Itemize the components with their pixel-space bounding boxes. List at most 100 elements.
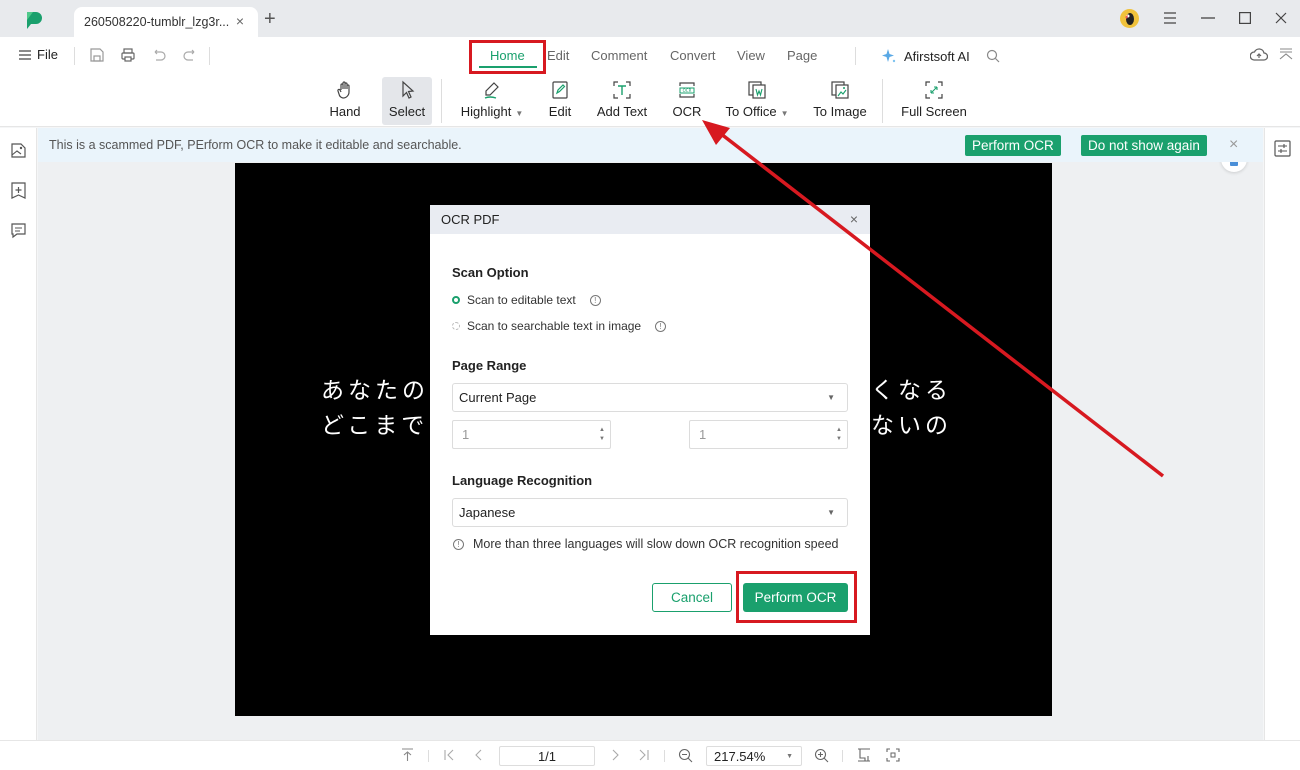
radio-unselected[interactable] <box>452 322 460 330</box>
ai-label: Afirstsoft AI <box>904 48 970 64</box>
ocr-icon: OCR <box>679 82 695 98</box>
previous-page-icon[interactable] <box>474 748 484 762</box>
language-value: Japanese <box>459 505 516 520</box>
first-page-icon[interactable] <box>443 748 455 762</box>
radio-selected[interactable] <box>452 296 460 304</box>
menu-bar: File Home Edit Comment Convert View Page… <box>0 37 1300 75</box>
ocr-tool-button[interactable]: OCR OCR <box>670 77 704 125</box>
page-number-input[interactable]: 1/1 <box>499 746 595 766</box>
edit-icon <box>552 81 568 99</box>
chevron-down-icon: ▼ <box>786 752 793 760</box>
dialog-title: OCR PDF <box>441 212 500 227</box>
page-range-value: Current Page <box>459 390 537 405</box>
hand-tool-button[interactable]: Hand <box>327 77 363 125</box>
tab-close-icon[interactable]: × <box>236 13 244 29</box>
afirstsoft-ai-button[interactable]: Afirstsoft AI <box>880 47 970 65</box>
thumbnail-icon[interactable] <box>10 142 27 159</box>
tab-view[interactable]: View <box>737 48 765 63</box>
close-window-icon[interactable] <box>1271 8 1291 28</box>
tab-edit[interactable]: Edit <box>547 48 569 63</box>
info-icon[interactable]: ! <box>655 320 667 332</box>
to-office-tool-button[interactable]: To Office ▼ <box>722 77 792 125</box>
cloud-upload-icon[interactable] <box>1250 47 1268 63</box>
scan-option-editable[interactable]: Scan to editable text ! <box>452 293 601 307</box>
dialog-header: OCR PDF × <box>430 205 870 234</box>
zoom-level-value: 217.54% <box>714 748 766 764</box>
language-select[interactable]: Japanese ▼ <box>452 498 848 527</box>
page-range-select[interactable]: Current Page ▼ <box>452 383 848 412</box>
highlight-tool-button[interactable]: Highlight ▼ <box>456 77 528 125</box>
full-screen-tool-button[interactable]: Full Screen <box>900 77 968 125</box>
divider <box>209 47 210 65</box>
annotation-highlight-perform-ocr <box>736 571 857 623</box>
range-to-input[interactable]: 1 ▲ ▼ <box>689 420 848 449</box>
divider <box>74 47 75 65</box>
divider <box>882 79 883 123</box>
select-tool-button[interactable]: Select <box>382 77 432 125</box>
page-range-title: Page Range <box>452 358 527 373</box>
zoom-out-icon[interactable] <box>678 748 693 763</box>
full-screen-label: Full Screen <box>901 104 967 119</box>
add-text-icon <box>613 81 631 99</box>
add-text-label: Add Text <box>596 104 648 119</box>
bookmark-add-icon[interactable] <box>10 182 27 199</box>
maximize-icon[interactable] <box>1235 8 1255 28</box>
do-not-show-again-button[interactable]: Do not show again <box>1081 135 1207 156</box>
to-office-dropdown-icon[interactable]: ▼ <box>781 109 789 118</box>
range-from-input[interactable]: 1 ▲ ▼ <box>452 420 611 449</box>
scan-option-searchable[interactable]: Scan to searchable text in image ! <box>452 319 667 333</box>
last-page-icon[interactable] <box>638 748 650 762</box>
fit-width-icon[interactable] <box>857 748 871 762</box>
add-text-tool-button[interactable]: Add Text <box>594 77 650 125</box>
minimize-icon[interactable] <box>1198 8 1218 28</box>
tab-comment[interactable]: Comment <box>591 48 647 63</box>
to-office-icon <box>748 81 766 99</box>
notice-close-icon[interactable]: × <box>1229 136 1238 154</box>
edit-tool-button[interactable]: Edit <box>545 77 575 125</box>
dialog-close-icon[interactable]: × <box>850 211 858 227</box>
to-image-label: To Image <box>813 104 867 119</box>
document-tab[interactable]: 260508220-tumblr_lzg3r... × <box>74 7 258 37</box>
divider <box>842 750 843 762</box>
ocr-notice-bar: This is a scammed PDF, PErform OCR to ma… <box>38 128 1263 162</box>
cancel-button[interactable]: Cancel <box>652 583 732 612</box>
fit-page-icon[interactable] <box>886 748 900 762</box>
ocr-label: OCR <box>672 104 702 119</box>
stepper-arrows-icon[interactable]: ▲ ▼ <box>599 426 605 444</box>
info-icon: ! <box>453 538 464 550</box>
range-to-value: 1 <box>699 427 707 442</box>
next-page-icon[interactable] <box>610 748 620 762</box>
scan-option-editable-label: Scan to editable text <box>467 293 576 307</box>
properties-panel-icon[interactable] <box>1274 140 1291 157</box>
tab-convert[interactable]: Convert <box>670 48 716 63</box>
select-label: Select <box>388 104 426 119</box>
sparkle-icon <box>882 49 896 63</box>
stepper-arrows-icon[interactable]: ▲ ▼ <box>836 426 842 444</box>
redo-icon[interactable] <box>182 47 198 63</box>
save-icon[interactable] <box>89 47 105 63</box>
to-image-tool-button[interactable]: To Image <box>810 77 870 125</box>
collapse-ribbon-icon[interactable] <box>1279 47 1293 61</box>
cursor-icon <box>402 80 415 99</box>
print-icon[interactable] <box>120 47 136 63</box>
comment-list-icon[interactable] <box>10 222 27 239</box>
ribbon-toolbar: Hand Select Highlight ▼ Edit Add Text OCR… <box>0 75 1300 127</box>
user-avatar[interactable] <box>1120 9 1139 28</box>
highlight-dropdown-icon[interactable]: ▼ <box>515 109 523 118</box>
search-icon[interactable] <box>986 49 1000 63</box>
zoom-level-select[interactable]: 217.54% ▼ <box>706 746 802 766</box>
undo-icon[interactable] <box>151 47 167 63</box>
info-icon[interactable]: ! <box>589 294 601 306</box>
divider <box>428 750 429 762</box>
scroll-to-top-icon[interactable] <box>401 748 414 762</box>
app-menu-icon[interactable] <box>1160 8 1180 28</box>
new-tab-button[interactable]: + <box>264 9 276 29</box>
language-hint-text: More than three languages will slow down… <box>473 537 839 551</box>
file-menu-button[interactable]: File <box>19 47 58 62</box>
zoom-in-icon[interactable] <box>814 748 829 763</box>
highlight-label: Highlight <box>460 104 512 119</box>
to-image-icon <box>831 81 849 99</box>
scan-option-searchable-label: Scan to searchable text in image <box>467 319 642 333</box>
notice-perform-ocr-button[interactable]: Perform OCR <box>965 135 1061 156</box>
tab-page[interactable]: Page <box>787 48 817 63</box>
